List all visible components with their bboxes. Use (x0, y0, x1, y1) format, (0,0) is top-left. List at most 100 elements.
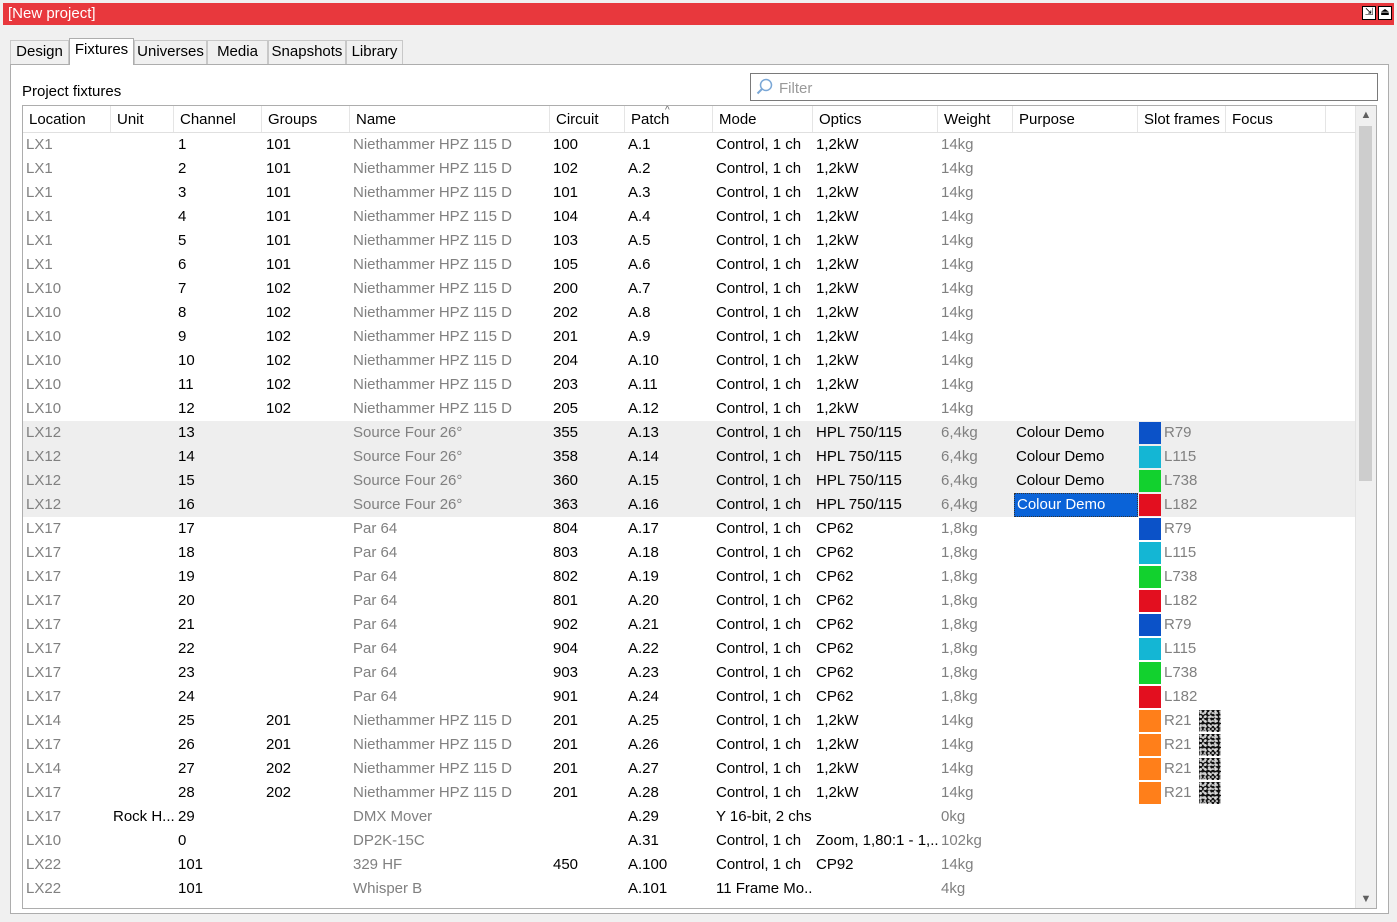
table-row[interactable]: LX12 15 Source Four 26° 360 A.15 Control, 1 c… (23, 469, 1357, 493)
cell-mode[interactable]: Control, 1 ch (714, 277, 813, 301)
cell-location[interactable]: LX1 (24, 253, 112, 277)
cell-circuit[interactable]: 104 (551, 205, 625, 229)
cell-location[interactable]: LX12 (24, 421, 112, 445)
cell-patch[interactable]: A.2 (626, 157, 713, 181)
cell-location[interactable]: LX10 (24, 829, 112, 853)
cell-purpose[interactable] (1014, 229, 1138, 253)
cell-channel[interactable]: 101 (176, 877, 262, 901)
cell-weight[interactable]: 14kg (939, 253, 1013, 277)
cell-name[interactable]: Niethammer HPZ 115 D (351, 397, 550, 421)
cell-weight[interactable]: 6,4kg (939, 445, 1013, 469)
table-row[interactable]: LX10 12 102 Niethammer HPZ 115 D 205 A.12 Cont… (23, 397, 1357, 421)
cell-channel[interactable]: 18 (176, 541, 262, 565)
cell-circuit[interactable]: 804 (551, 517, 625, 541)
cell-unit[interactable] (111, 613, 174, 637)
cell-name[interactable]: Niethammer HPZ 115 D (351, 205, 550, 229)
cell-weight[interactable]: 1,8kg (939, 685, 1013, 709)
cell-channel[interactable]: 16 (176, 493, 262, 517)
cell-focus[interactable] (1227, 613, 1327, 637)
cell-focus[interactable] (1227, 397, 1327, 421)
column-header-location[interactable]: Location (23, 106, 111, 132)
cell-slot-frames[interactable] (1139, 805, 1227, 829)
cell-unit[interactable]: Rock H... (111, 805, 174, 829)
cell-groups[interactable] (264, 637, 350, 661)
cell-groups[interactable] (264, 613, 350, 637)
cell-weight[interactable]: 14kg (939, 157, 1013, 181)
cell-patch[interactable]: A.18 (626, 541, 713, 565)
cell-unit[interactable] (111, 181, 174, 205)
cell-purpose[interactable] (1014, 541, 1138, 565)
cell-purpose[interactable] (1014, 613, 1138, 637)
cell-patch[interactable]: A.101 (626, 877, 713, 901)
cell-mode[interactable]: Control, 1 ch (714, 517, 813, 541)
cell-weight[interactable]: 14kg (939, 301, 1013, 325)
table-row[interactable]: LX17 21 Par 64 902 A.21 Control, 1 ch CP62 1,8k… (23, 613, 1357, 637)
cell-location[interactable]: LX22 (24, 853, 112, 877)
cell-mode[interactable]: Control, 1 ch (714, 589, 813, 613)
tab-media[interactable]: Media (207, 40, 268, 64)
cell-weight[interactable]: 14kg (939, 133, 1013, 157)
cell-name[interactable]: Par 64 (351, 517, 550, 541)
cell-patch[interactable]: A.13 (626, 421, 713, 445)
cell-channel[interactable]: 101 (176, 853, 262, 877)
column-header-name[interactable]: Name (350, 106, 550, 132)
cell-patch[interactable]: A.6 (626, 253, 713, 277)
cell-optics[interactable]: 1,2kW (814, 373, 938, 397)
cell-optics[interactable]: 1,2kW (814, 181, 938, 205)
cell-weight[interactable]: 6,4kg (939, 469, 1013, 493)
column-header-focus[interactable]: Focus (1226, 106, 1326, 132)
cell-purpose[interactable] (1014, 877, 1138, 901)
cell-focus[interactable] (1227, 277, 1327, 301)
cell-mode[interactable]: Control, 1 ch (714, 373, 813, 397)
cell-name[interactable]: DP2K-15C (351, 829, 550, 853)
cell-location[interactable]: LX12 (24, 469, 112, 493)
cell-unit[interactable] (111, 517, 174, 541)
cell-patch[interactable]: A.28 (626, 781, 713, 805)
cell-optics[interactable]: CP62 (814, 685, 938, 709)
cell-unit[interactable] (111, 565, 174, 589)
cell-circuit[interactable]: 202 (551, 301, 625, 325)
cell-unit[interactable] (111, 877, 174, 901)
cell-unit[interactable] (111, 709, 174, 733)
cell-mode[interactable]: Control, 1 ch (714, 205, 813, 229)
cell-unit[interactable] (111, 469, 174, 493)
cell-groups[interactable]: 102 (264, 325, 350, 349)
cell-weight[interactable]: 14kg (939, 181, 1013, 205)
cell-location[interactable]: LX10 (24, 397, 112, 421)
cell-purpose[interactable] (1014, 157, 1138, 181)
cell-location[interactable]: LX17 (24, 589, 112, 613)
cell-name[interactable]: Source Four 26° (351, 493, 550, 517)
cell-weight[interactable]: 4kg (939, 877, 1013, 901)
cell-circuit[interactable]: 100 (551, 133, 625, 157)
cell-mode[interactable]: Control, 1 ch (714, 301, 813, 325)
cell-focus[interactable] (1227, 205, 1327, 229)
cell-circuit[interactable] (551, 805, 625, 829)
cell-name[interactable]: Par 64 (351, 637, 550, 661)
table-row[interactable]: LX17 26 201 Niethammer HPZ 115 D 201 A.26 Cont… (23, 733, 1357, 757)
cell-channel[interactable]: 19 (176, 565, 262, 589)
cell-patch[interactable]: A.4 (626, 205, 713, 229)
cell-patch[interactable]: A.5 (626, 229, 713, 253)
table-row[interactable]: LX10 11 102 Niethammer HPZ 115 D 203 A.11 Cont… (23, 373, 1357, 397)
cell-location[interactable]: LX22 (24, 877, 112, 901)
scroll-up-icon[interactable]: ▲ (1356, 106, 1376, 124)
cell-groups[interactable] (264, 445, 350, 469)
cell-location[interactable]: LX10 (24, 277, 112, 301)
cell-unit[interactable] (111, 229, 174, 253)
cell-weight[interactable]: 14kg (939, 757, 1013, 781)
cell-focus[interactable] (1227, 565, 1327, 589)
cell-purpose[interactable]: Colour Demo (1014, 421, 1138, 445)
cell-channel[interactable]: 11 (176, 373, 262, 397)
cell-circuit[interactable]: 205 (551, 397, 625, 421)
cell-location[interactable]: LX10 (24, 349, 112, 373)
table-row[interactable]: LX14 25 201 Niethammer HPZ 115 D 201 A.25 Cont… (23, 709, 1357, 733)
cell-channel[interactable]: 7 (176, 277, 262, 301)
cell-weight[interactable]: 14kg (939, 325, 1013, 349)
cell-name[interactable]: Source Four 26° (351, 445, 550, 469)
cell-optics[interactable]: CP62 (814, 613, 938, 637)
cell-mode[interactable]: Control, 1 ch (714, 397, 813, 421)
table-row[interactable]: LX1 3 101 Niethammer HPZ 115 D 101 A.3 Control… (23, 181, 1357, 205)
cell-channel[interactable]: 27 (176, 757, 262, 781)
cell-focus[interactable] (1227, 733, 1327, 757)
column-header-weight[interactable]: Weight (938, 106, 1013, 132)
